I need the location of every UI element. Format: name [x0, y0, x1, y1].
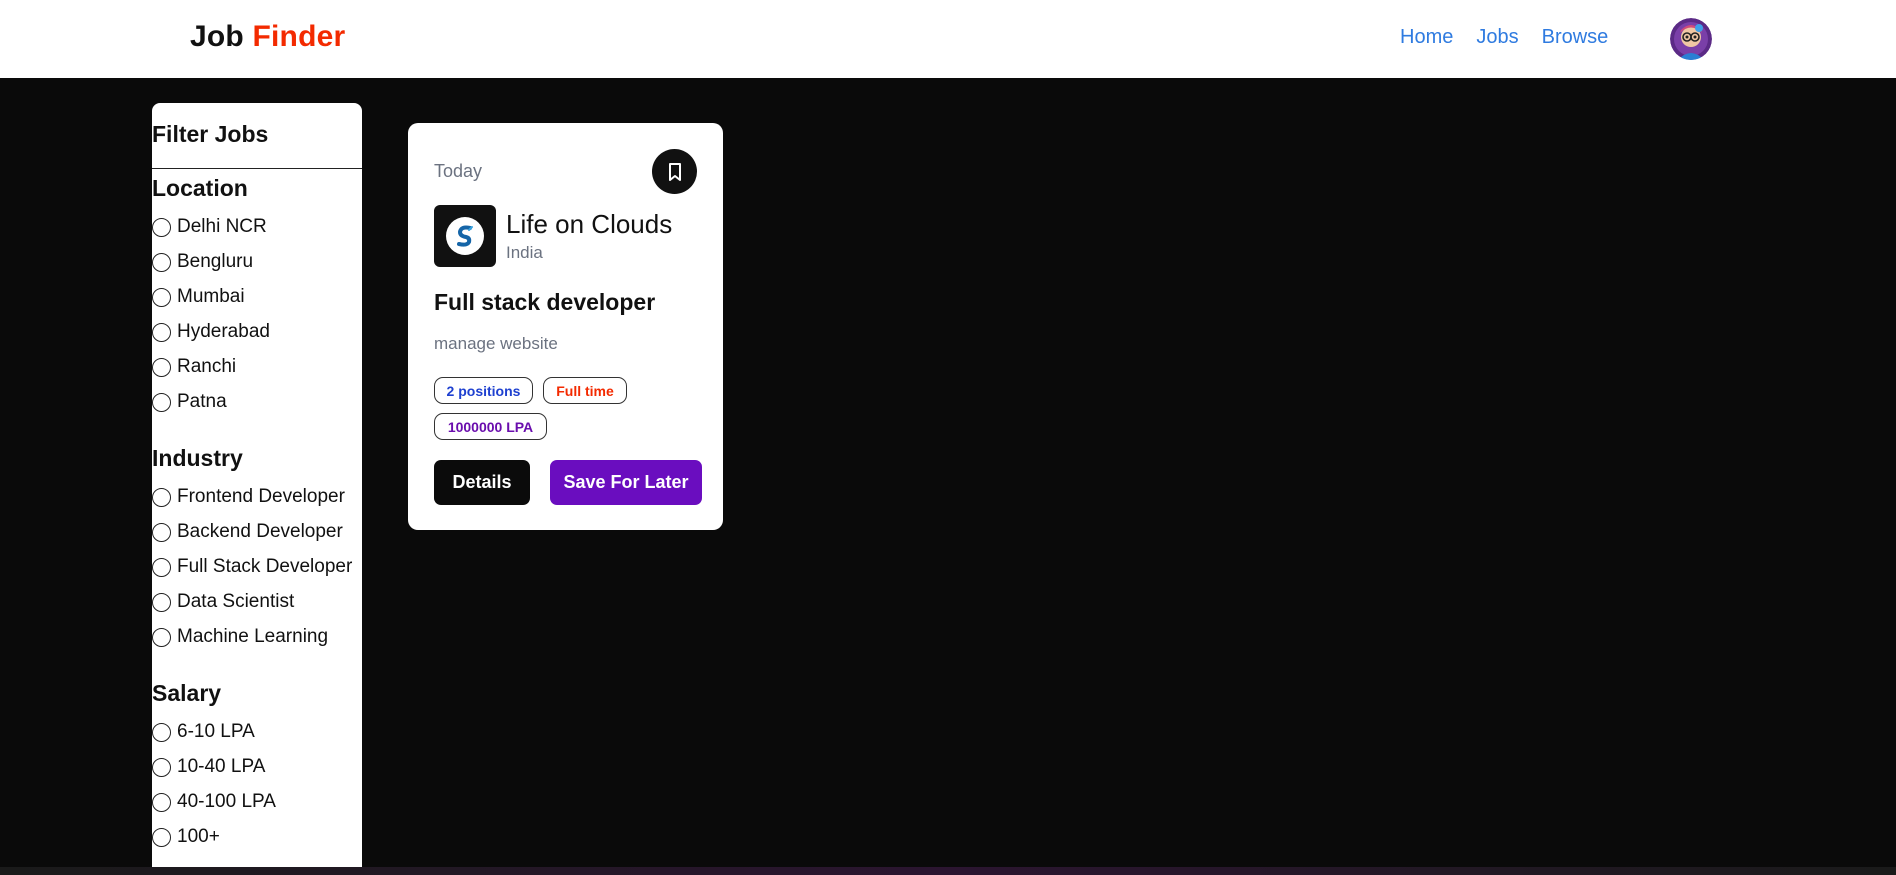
- filter-option-label: Ranchi: [177, 356, 237, 377]
- company-location: India: [506, 243, 543, 262]
- radio-button[interactable]: [152, 487, 171, 507]
- company-logo: [434, 205, 496, 267]
- radio-button[interactable]: [152, 557, 171, 577]
- job-description: manage website: [434, 334, 558, 353]
- filter-option-label: Backend Developer: [177, 521, 343, 542]
- filter-option-frontend-developer[interactable]: Frontend Developer: [152, 485, 345, 509]
- radio-button[interactable]: [152, 827, 171, 847]
- filter-option-label: Frontend Developer: [177, 486, 345, 507]
- radio-button[interactable]: [152, 392, 171, 412]
- salary-badge: 1000000 LPA: [434, 413, 547, 440]
- company-logo-icon: [446, 217, 484, 255]
- bookmark-button[interactable]: [652, 149, 697, 194]
- posted-date: Today: [434, 161, 483, 181]
- job-card: Today Life on Clouds India Full stack de…: [408, 123, 723, 530]
- filter-option-bengluru[interactable]: Bengluru: [152, 250, 253, 274]
- nav-link-home[interactable]: Home: [1400, 26, 1453, 49]
- radio-button[interactable]: [152, 252, 171, 272]
- filter-option-6-10-lpa[interactable]: 6-10 LPA: [152, 720, 255, 744]
- radio-button[interactable]: [152, 627, 171, 647]
- nav-link-jobs[interactable]: Jobs: [1476, 26, 1518, 49]
- filter-option-label: Delhi NCR: [177, 216, 267, 237]
- filter-sidebar: Filter Jobs Location Delhi NCR Bengluru …: [152, 103, 362, 875]
- radio-button[interactable]: [152, 522, 171, 542]
- filter-option-patna[interactable]: Patna: [152, 390, 227, 414]
- filter-option-40-100-lpa[interactable]: 40-100 LPA: [152, 790, 276, 814]
- filter-option-label: Patna: [177, 391, 227, 412]
- bookmark-icon: [668, 162, 681, 181]
- filter-option-100-plus[interactable]: 100+: [152, 825, 220, 849]
- filter-option-label: Mumbai: [177, 286, 245, 307]
- radio-button[interactable]: [152, 322, 171, 342]
- filter-option-10-40-lpa[interactable]: 10-40 LPA: [152, 755, 265, 779]
- filter-option-mumbai[interactable]: Mumbai: [152, 285, 245, 309]
- radio-button[interactable]: [152, 757, 171, 777]
- positions-badge: 2 positions: [434, 377, 533, 404]
- brand-name-accent: Finder: [252, 20, 346, 53]
- filter-option-label: Full Stack Developer: [177, 556, 353, 577]
- filter-section-salary: Salary: [152, 680, 222, 706]
- filter-option-backend-developer[interactable]: Backend Developer: [152, 520, 343, 544]
- nav-links: Home Jobs Browse: [1400, 26, 1608, 49]
- radio-button[interactable]: [152, 792, 171, 812]
- user-avatar[interactable]: [1670, 18, 1712, 60]
- avatar-icon: [1670, 18, 1712, 60]
- filter-option-label: Data Scientist: [177, 591, 295, 612]
- filter-option-full-stack-developer[interactable]: Full Stack Developer: [152, 555, 352, 579]
- filter-option-ranchi[interactable]: Ranchi: [152, 355, 236, 379]
- filter-divider: [152, 168, 362, 169]
- filter-option-label: 10-40 LPA: [177, 756, 266, 777]
- details-button[interactable]: Details: [434, 460, 530, 505]
- radio-button[interactable]: [152, 722, 171, 742]
- filter-option-machine-learning[interactable]: Machine Learning: [152, 625, 328, 649]
- company-name: Life on Clouds: [506, 209, 673, 239]
- filter-option-data-scientist[interactable]: Data Scientist: [152, 590, 294, 614]
- save-for-later-button[interactable]: Save For Later: [550, 460, 702, 505]
- bottom-strip: [0, 867, 1896, 875]
- filter-option-label: Hyderabad: [177, 321, 270, 342]
- filter-section-industry: Industry: [152, 445, 243, 471]
- filter-option-hyderabad[interactable]: Hyderabad: [152, 320, 270, 344]
- filter-option-delhi-ncr[interactable]: Delhi NCR: [152, 215, 267, 239]
- nav-link-browse[interactable]: Browse: [1542, 26, 1609, 49]
- filter-section-location: Location: [152, 175, 248, 201]
- job-type-badge: Full time: [543, 377, 627, 404]
- filter-title: Filter Jobs: [152, 121, 269, 147]
- radio-button[interactable]: [152, 592, 171, 612]
- radio-button[interactable]: [152, 357, 171, 377]
- brand-name-primary: Job: [190, 20, 244, 53]
- radio-button[interactable]: [152, 287, 171, 307]
- job-title: Full stack developer: [434, 289, 656, 315]
- filter-option-label: Bengluru: [177, 251, 254, 272]
- brand-logo[interactable]: Job Finder: [190, 20, 345, 54]
- filter-option-label: 6-10 LPA: [177, 721, 255, 742]
- filter-option-label: Machine Learning: [177, 626, 329, 647]
- filter-option-label: 100+: [177, 826, 220, 847]
- filter-option-label: 40-100 LPA: [177, 791, 276, 812]
- navbar: Job Finder Home Jobs Browse: [0, 0, 1896, 78]
- radio-button[interactable]: [152, 217, 171, 237]
